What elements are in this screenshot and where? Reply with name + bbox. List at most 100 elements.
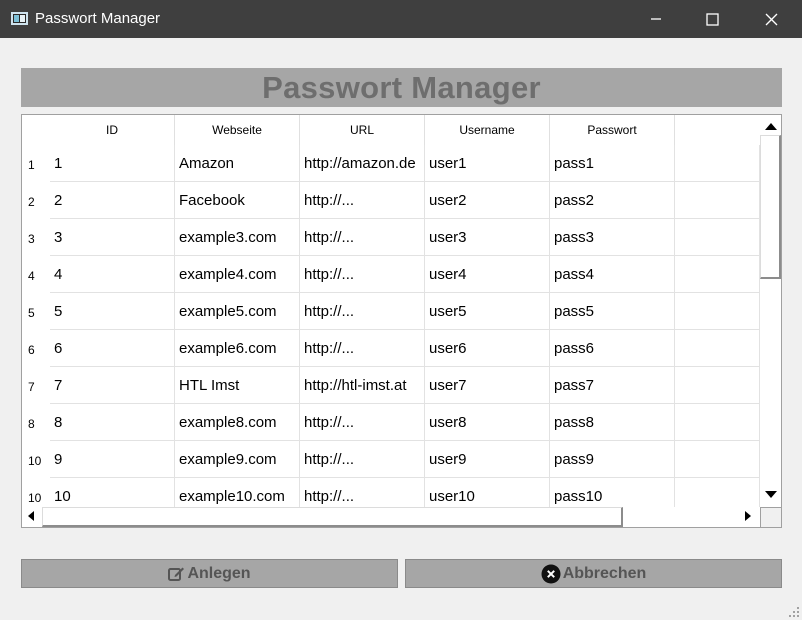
row-header[interactable]: 1 [22,145,50,182]
table-row[interactable]: 6 example6.com http://... user6 pass6 [50,330,760,367]
cell-website[interactable]: Amazon [175,145,300,182]
cell-website[interactable]: example9.com [175,441,300,478]
scroll-down-icon[interactable] [765,491,777,498]
cell-website[interactable]: example3.com [175,219,300,256]
cell-empty[interactable] [675,145,760,182]
cell-url[interactable]: http://... [300,404,425,441]
row-header[interactable]: 10 [22,441,50,478]
cell-url[interactable]: http://... [300,256,425,293]
cell-username[interactable]: user9 [425,441,550,478]
table-row[interactable]: 10 example10.com http://... user10 pass1… [50,478,760,507]
cell-id[interactable]: 8 [50,404,175,441]
cell-url[interactable]: http://... [300,219,425,256]
horizontal-scrollbar[interactable] [22,507,760,527]
cell-username[interactable]: user7 [425,367,550,404]
cell-username[interactable]: user3 [425,219,550,256]
column-header-id[interactable]: ID [50,115,175,145]
scroll-right-icon[interactable] [745,511,751,521]
cell-id[interactable]: 10 [50,478,175,507]
table-row[interactable]: 8 example8.com http://... user8 pass8 [50,404,760,441]
table-row[interactable]: 4 example4.com http://... user4 pass4 [50,256,760,293]
password-table[interactable]: ID Webseite URL Username Passwort 1 2 3 … [21,114,782,528]
row-header[interactable]: 8 [22,404,50,441]
cell-empty[interactable] [675,293,760,330]
cell-empty[interactable] [675,219,760,256]
vertical-scroll-thumb[interactable] [760,135,781,279]
cell-id[interactable]: 7 [50,367,175,404]
cell-username[interactable]: user1 [425,145,550,182]
cell-password[interactable]: pass4 [550,256,675,293]
maximize-button[interactable] [683,0,741,38]
cell-url[interactable]: http://... [300,330,425,367]
cell-id[interactable]: 2 [50,182,175,219]
cell-website[interactable]: example4.com [175,256,300,293]
close-button[interactable] [742,0,800,38]
row-header[interactable]: 3 [22,219,50,256]
cell-password[interactable]: pass8 [550,404,675,441]
row-header[interactable]: 5 [22,293,50,330]
cell-id[interactable]: 4 [50,256,175,293]
cell-url[interactable]: http://amazon.de [300,145,425,182]
column-header-website[interactable]: Webseite [175,115,300,145]
cell-password[interactable]: pass3 [550,219,675,256]
table-row[interactable]: 7 HTL Imst http://htl-imst.at user7 pass… [50,367,760,404]
cell-url[interactable]: http://... [300,182,425,219]
cell-id[interactable]: 1 [50,145,175,182]
cell-username[interactable]: user2 [425,182,550,219]
cell-password[interactable]: pass2 [550,182,675,219]
cell-id[interactable]: 5 [50,293,175,330]
column-header-url[interactable]: URL [300,115,425,145]
cell-empty[interactable] [675,330,760,367]
table-corner[interactable] [22,115,50,145]
cell-empty[interactable] [675,404,760,441]
scroll-up-icon[interactable] [765,123,777,130]
cell-website[interactable]: example10.com [175,478,300,507]
cell-password[interactable]: pass9 [550,441,675,478]
cell-password[interactable]: pass5 [550,293,675,330]
table-row[interactable]: 5 example5.com http://... user5 pass5 [50,293,760,330]
cell-empty[interactable] [675,367,760,404]
cell-url[interactable]: http://htl-imst.at [300,367,425,404]
scroll-left-icon[interactable] [28,511,34,521]
minimize-button[interactable] [627,0,685,38]
cell-id[interactable]: 9 [50,441,175,478]
create-button[interactable]: Anlegen [21,559,398,588]
column-header-password[interactable]: Passwort [550,115,675,145]
cell-password[interactable]: pass10 [550,478,675,507]
column-header-username[interactable]: Username [425,115,550,145]
cell-username[interactable]: user8 [425,404,550,441]
cancel-button[interactable]: Abbrechen [405,559,782,588]
horizontal-scroll-thumb[interactable] [42,507,623,527]
row-header[interactable]: 6 [22,330,50,367]
table-row[interactable]: 9 example9.com http://... user9 pass9 [50,441,760,478]
row-header[interactable]: 7 [22,367,50,404]
cell-website[interactable]: HTL Imst [175,367,300,404]
row-header[interactable]: 2 [22,182,50,219]
cell-empty[interactable] [675,441,760,478]
table-row[interactable]: 3 example3.com http://... user3 pass3 [50,219,760,256]
cell-url[interactable]: http://... [300,293,425,330]
vertical-scrollbar[interactable] [760,115,781,507]
cell-url[interactable]: http://... [300,478,425,507]
table-row[interactable]: 1 Amazon http://amazon.de user1 pass1 [50,145,760,182]
cell-website[interactable]: example6.com [175,330,300,367]
cell-empty[interactable] [675,256,760,293]
table-row[interactable]: 2 Facebook http://... user2 pass2 [50,182,760,219]
row-header[interactable]: 4 [22,256,50,293]
cell-username[interactable]: user10 [425,478,550,507]
title-bar[interactable]: Passwort Manager [0,0,802,38]
cell-id[interactable]: 6 [50,330,175,367]
cell-id[interactable]: 3 [50,219,175,256]
cell-empty[interactable] [675,478,760,507]
cell-password[interactable]: pass1 [550,145,675,182]
cell-url[interactable]: http://... [300,441,425,478]
cell-username[interactable]: user4 [425,256,550,293]
cell-empty[interactable] [675,182,760,219]
cell-username[interactable]: user6 [425,330,550,367]
cell-password[interactable]: pass7 [550,367,675,404]
cell-password[interactable]: pass6 [550,330,675,367]
cell-username[interactable]: user5 [425,293,550,330]
cell-website[interactable]: example8.com [175,404,300,441]
cell-website[interactable]: example5.com [175,293,300,330]
resize-grip-icon[interactable] [788,606,800,618]
